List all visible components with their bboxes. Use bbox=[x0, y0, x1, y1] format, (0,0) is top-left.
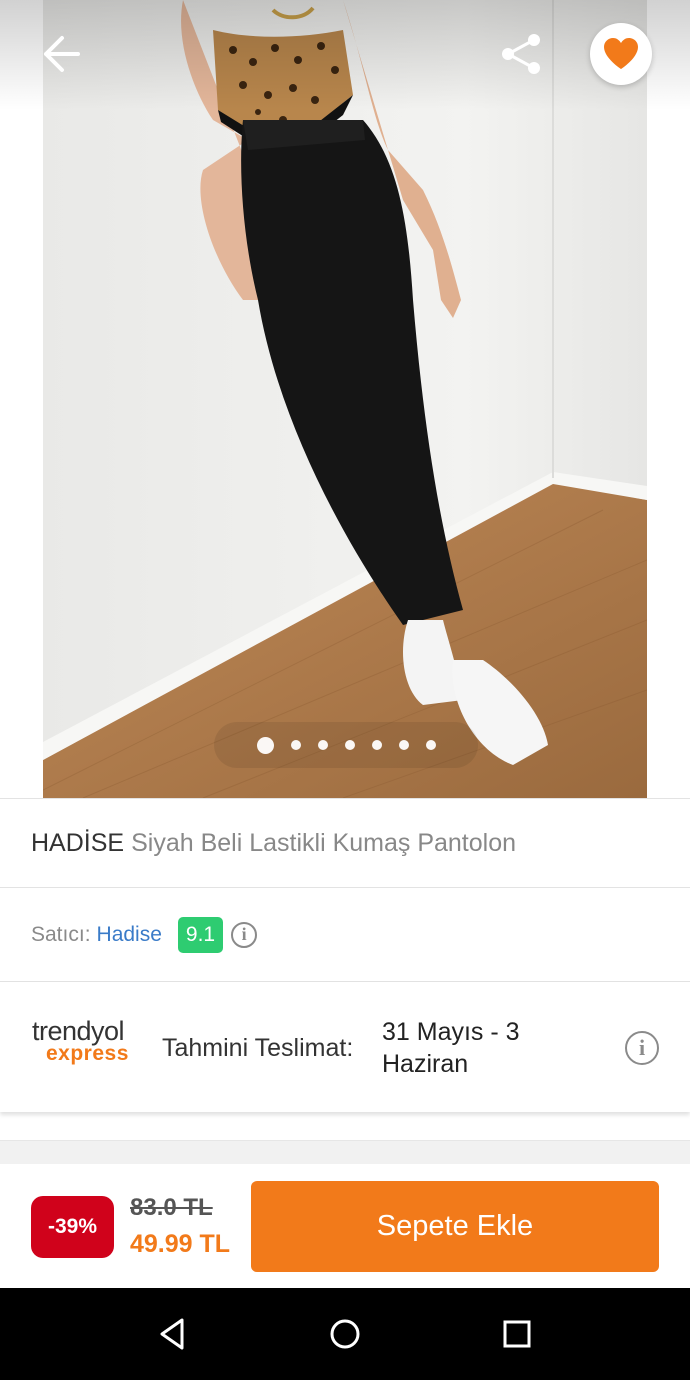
pagination-dot[interactable] bbox=[344, 740, 355, 750]
product-image-gallery[interactable] bbox=[0, 0, 690, 798]
square-recent-icon bbox=[503, 1320, 531, 1348]
delivery-row: trendyol express Tahmini Teslimat: 31 Ma… bbox=[0, 982, 690, 1112]
favorite-button[interactable] bbox=[590, 23, 652, 85]
seller-row: Satıcı: Hadise 9.1 i bbox=[0, 888, 690, 982]
share-icon bbox=[502, 34, 540, 74]
delivery-label: Tahmini Teslimat: bbox=[162, 1034, 354, 1062]
nav-back-button[interactable] bbox=[150, 1312, 194, 1356]
section-divider bbox=[0, 1140, 690, 1166]
triangle-back-icon bbox=[160, 1318, 184, 1350]
seller-label: Satıcı: bbox=[31, 922, 91, 946]
pagination-dot[interactable] bbox=[425, 740, 436, 750]
heart-icon bbox=[604, 38, 638, 69]
share-button[interactable] bbox=[500, 32, 544, 76]
delivery-date: 31 Mayıs - 3 Haziran bbox=[382, 1018, 520, 1078]
pagination-dot[interactable] bbox=[398, 740, 409, 750]
pagination-dot[interactable] bbox=[256, 736, 274, 754]
discount-badge: -39% bbox=[31, 1196, 114, 1258]
product-photo bbox=[43, 0, 647, 798]
image-pagination[interactable] bbox=[214, 722, 478, 768]
product-title: HADİSE Siyah Beli Lastikli Kumaş Pantolo… bbox=[0, 798, 690, 888]
pagination-dot[interactable] bbox=[317, 740, 328, 750]
seller-link[interactable]: Hadise bbox=[97, 923, 162, 947]
nav-recent-button[interactable] bbox=[495, 1312, 539, 1356]
pagination-dot[interactable] bbox=[371, 740, 382, 750]
purchase-bar: -39% 83.0 TL 49.99 TL Sepete Ekle bbox=[0, 1164, 690, 1288]
trendyol-express-logo: trendyol express bbox=[32, 1016, 152, 1080]
add-to-cart-button[interactable]: Sepete Ekle bbox=[251, 1181, 659, 1272]
system-nav-bar bbox=[0, 1288, 690, 1380]
logo-text-bottom: express bbox=[46, 1042, 129, 1065]
old-price: 83.0 TL bbox=[130, 1194, 213, 1221]
circle-home-icon bbox=[330, 1319, 360, 1349]
image-top-overlay bbox=[0, 0, 690, 110]
info-icon[interactable]: i bbox=[625, 1031, 659, 1065]
new-price: 49.99 TL bbox=[130, 1230, 231, 1258]
back-button[interactable] bbox=[38, 34, 84, 74]
arrow-left-icon bbox=[44, 36, 80, 72]
nav-home-button[interactable] bbox=[323, 1312, 367, 1356]
info-icon[interactable]: i bbox=[231, 921, 258, 948]
seller-score-badge: 9.1 bbox=[177, 916, 224, 953]
product-name: Siyah Beli Lastikli Kumaş Pantolon bbox=[131, 828, 517, 857]
pagination-dot[interactable] bbox=[290, 740, 301, 750]
product-brand[interactable]: HADİSE bbox=[31, 829, 124, 858]
